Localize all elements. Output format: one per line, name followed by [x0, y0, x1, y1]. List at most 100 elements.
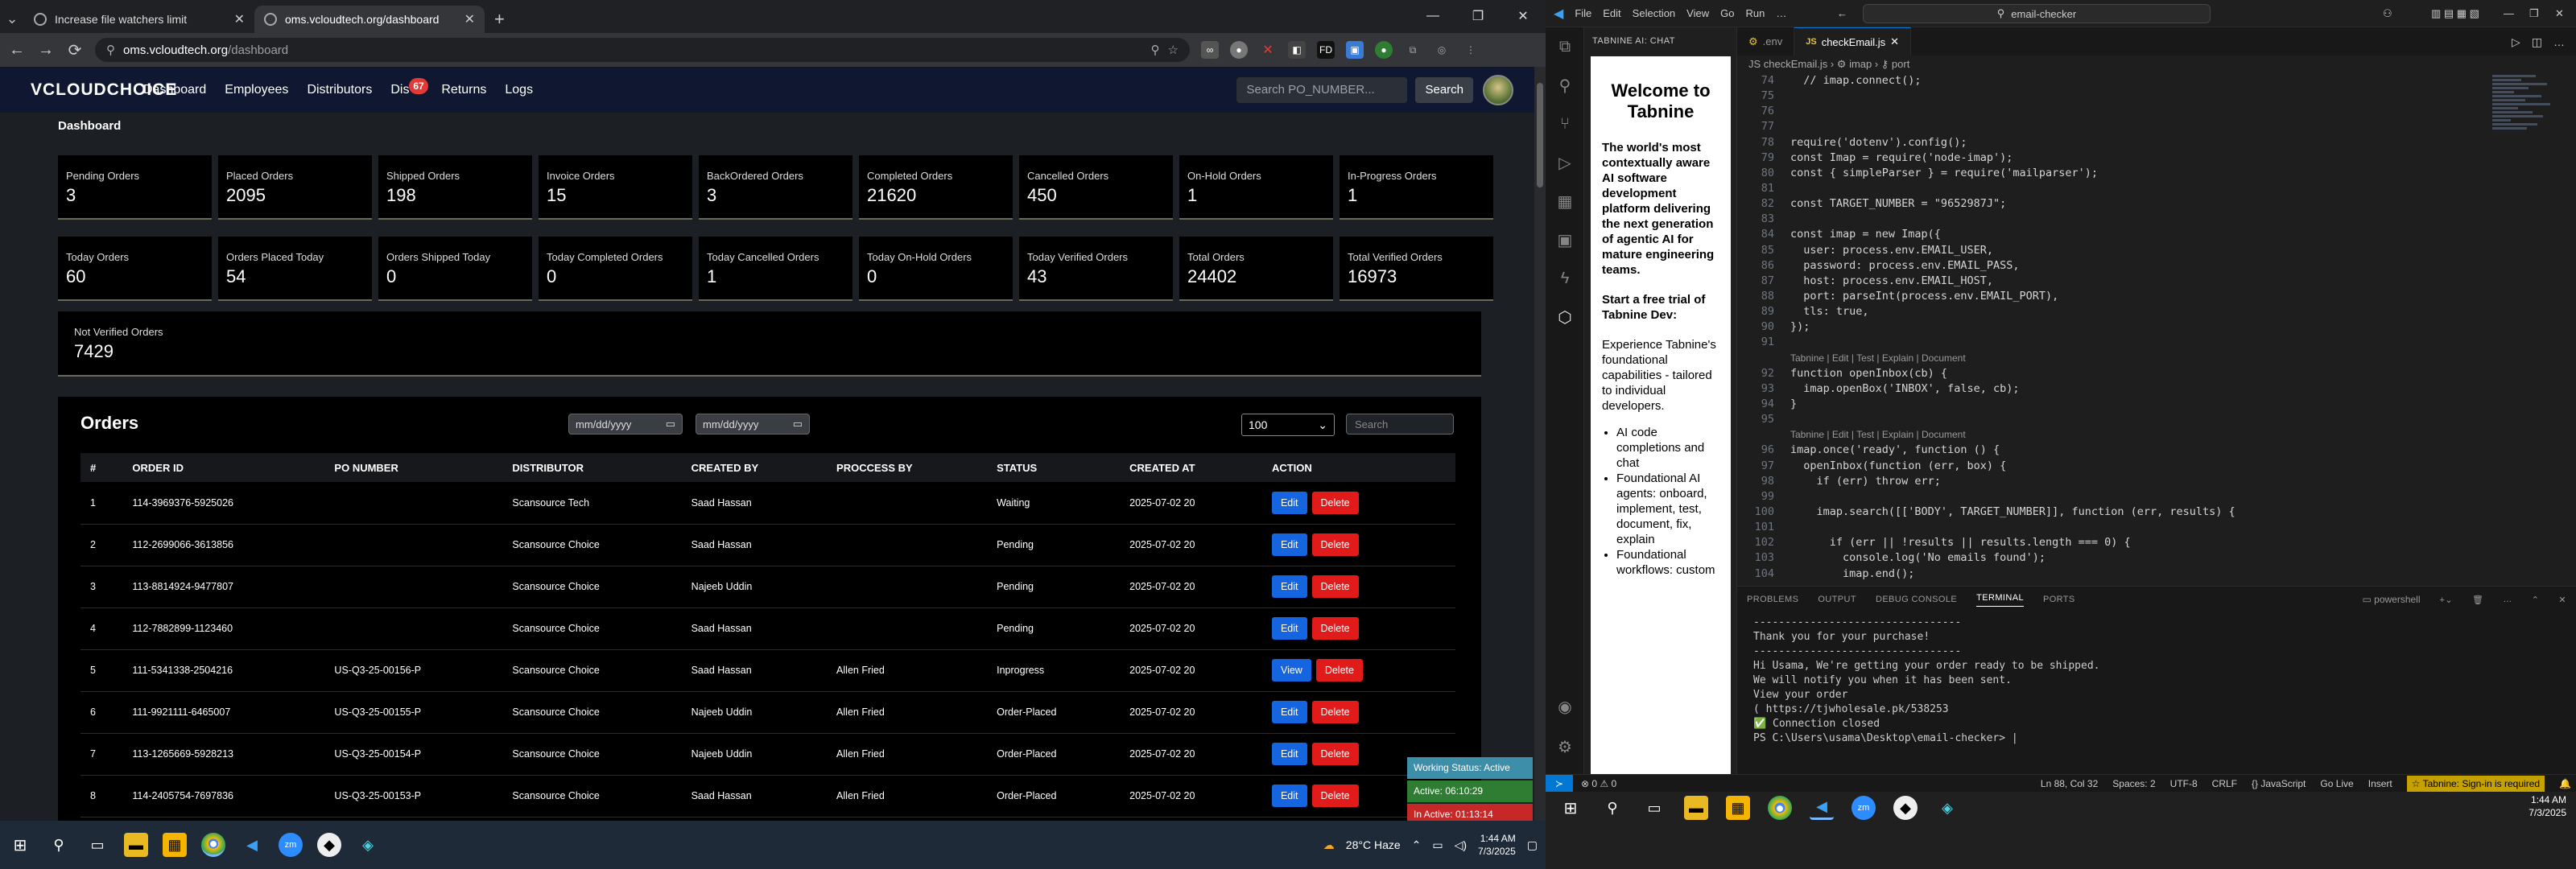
- clock[interactable]: 1:44 AM 7/3/2025: [2529, 793, 2566, 819]
- language-mode[interactable]: {} JavaScript: [2252, 778, 2306, 789]
- maximize-panel-icon[interactable]: ⌃: [2532, 595, 2540, 605]
- close-icon[interactable]: ✕: [2558, 595, 2566, 605]
- stat-card[interactable]: In-Progress Orders 1: [1340, 155, 1493, 220]
- delete-button[interactable]: Delete: [1311, 785, 1359, 807]
- encoding[interactable]: UTF-8: [2170, 778, 2198, 789]
- edit-button[interactable]: Edit: [1271, 701, 1307, 723]
- date-to-input[interactable]: mm/dd/yyyy ▭: [696, 414, 810, 434]
- stat-card-not-verified[interactable]: Not Verified Orders 7429: [58, 311, 1481, 377]
- panel-tab-terminal[interactable]: TERMINAL: [1976, 593, 2024, 607]
- windows-start-icon[interactable]: ⊞: [1558, 796, 1583, 820]
- store-icon[interactable]: ▦: [1726, 796, 1750, 820]
- minimize-icon[interactable]: —: [2504, 7, 2514, 19]
- edit-button[interactable]: Edit: [1271, 575, 1307, 598]
- stat-card[interactable]: Orders Shipped Today 0: [378, 237, 532, 301]
- tray-chevron-icon[interactable]: ⌃: [1412, 838, 1422, 852]
- network-icon[interactable]: ▭: [1432, 838, 1443, 852]
- close-window-icon[interactable]: ✕: [2555, 7, 2564, 20]
- task-view-icon[interactable]: ▭: [85, 833, 109, 857]
- calendar-icon[interactable]: ▭: [666, 418, 675, 430]
- bookmark-star-icon[interactable]: ☆: [1168, 43, 1179, 57]
- close-icon[interactable]: ✕: [464, 11, 475, 27]
- terminal-output[interactable]: --------------------------------- Thank y…: [1737, 612, 2576, 749]
- delete-button[interactable]: Delete: [1311, 617, 1359, 640]
- restore-icon[interactable]: ❐: [1455, 0, 1501, 32]
- new-tab-icon[interactable]: +: [485, 6, 514, 33]
- store-icon[interactable]: ▦: [163, 833, 187, 857]
- extension-icon[interactable]: ▣: [1346, 41, 1364, 59]
- nav-dashboard[interactable]: Dashboard: [143, 83, 206, 97]
- layout-icon[interactable]: ▥ ▤ ▦ ▧: [2431, 7, 2479, 20]
- file-explorer-icon[interactable]: ▬: [1684, 796, 1708, 820]
- search-icon[interactable]: ⚲: [1600, 796, 1624, 820]
- stat-card[interactable]: Completed Orders 21620: [859, 155, 1013, 220]
- nav-employees[interactable]: Employees: [225, 83, 288, 97]
- po-search-input[interactable]: Search PO_NUMBER...: [1236, 76, 1408, 103]
- lightning-icon[interactable]: ϟ: [1546, 259, 1584, 298]
- delete-button[interactable]: Delete: [1311, 701, 1359, 723]
- run-icon[interactable]: ▷: [2512, 35, 2520, 49]
- more-actions-icon[interactable]: …: [2503, 595, 2512, 604]
- menu-selection[interactable]: Selection: [1633, 7, 1675, 19]
- close-icon[interactable]: ✕: [234, 11, 245, 27]
- restore-icon[interactable]: ❐: [2529, 7, 2539, 20]
- panel-tab-debug-console[interactable]: DEBUG CONSOLE: [1876, 595, 1957, 604]
- stat-card[interactable]: Invoice Orders 15: [539, 155, 692, 220]
- minimap[interactable]: [2492, 73, 2565, 234]
- stat-card[interactable]: Orders Placed Today 54: [218, 237, 372, 301]
- close-icon[interactable]: ✕: [1890, 35, 1899, 48]
- clock[interactable]: 1:44 AM 7/3/2025: [1478, 832, 1516, 858]
- stat-card[interactable]: Total Orders 24402: [1179, 237, 1333, 301]
- extension-icon[interactable]: FD: [1317, 41, 1335, 59]
- panel-tab-output[interactable]: OUTPUT: [1818, 595, 1856, 604]
- browser-tab-1[interactable]: Increase file watchers limit ✕: [24, 6, 254, 33]
- delete-button[interactable]: Delete: [1311, 491, 1359, 514]
- date-from-input[interactable]: mm/dd/yyyy ▭: [568, 414, 683, 434]
- notification-icon[interactable]: ▢: [1527, 838, 1538, 852]
- vscode-icon[interactable]: ◀: [1810, 796, 1834, 820]
- profile-icon[interactable]: ◎: [1433, 41, 1451, 59]
- tab-env[interactable]: ⚙ .env: [1737, 27, 1795, 56]
- search-button[interactable]: Search: [1415, 76, 1473, 103]
- panel-tab-problems[interactable]: PROBLEMS: [1747, 595, 1798, 604]
- tabnine-status[interactable]: ☆ Tabnine: Sign-in is required: [2406, 775, 2545, 792]
- stat-card[interactable]: Placed Orders 2095: [218, 155, 372, 220]
- panel-tab-ports[interactable]: PORTS: [2043, 595, 2075, 604]
- nav-logs[interactable]: Logs: [505, 83, 533, 97]
- menu-kebab-icon[interactable]: ⋮: [1462, 41, 1480, 59]
- extensions-icon[interactable]: ▦: [1546, 182, 1584, 220]
- task-view-icon[interactable]: ▭: [1642, 796, 1666, 820]
- chrome-icon[interactable]: ●: [1768, 796, 1792, 820]
- stat-card[interactable]: Shipped Orders 198: [378, 155, 532, 220]
- stat-card[interactable]: Today Cancelled Orders 1: [699, 237, 852, 301]
- volume-icon[interactable]: ◁): [1455, 838, 1467, 852]
- more-actions-icon[interactable]: …: [2553, 35, 2565, 49]
- app-icon[interactable]: ◆: [1893, 796, 1918, 820]
- edit-button[interactable]: Edit: [1271, 785, 1307, 807]
- extension-icon[interactable]: ∞: [1201, 41, 1219, 59]
- calendar-icon[interactable]: ▭: [793, 418, 803, 430]
- zoom-app-icon[interactable]: zm: [279, 833, 303, 857]
- tab-checkemail[interactable]: JS checkEmail.js ✕: [1794, 27, 1912, 56]
- shell-selector[interactable]: ▭ powershell: [2362, 594, 2420, 605]
- scrollbar-thumb[interactable]: [1537, 83, 1543, 187]
- stat-card[interactable]: Today Verified Orders 43: [1019, 237, 1173, 301]
- source-control-icon[interactable]: ⑂: [1546, 105, 1584, 143]
- remote-indicator-icon[interactable]: ≻: [1546, 774, 1573, 793]
- extension-icon[interactable]: ◧: [1288, 41, 1306, 59]
- avatar[interactable]: [1483, 74, 1513, 105]
- table-search-input[interactable]: Search: [1346, 414, 1454, 434]
- extensions-puzzle-icon[interactable]: ⧉: [1404, 41, 1422, 59]
- menu-more-icon[interactable]: …: [1776, 7, 1786, 19]
- cursor-position[interactable]: Ln 88, Col 32: [2041, 778, 2098, 789]
- stat-card[interactable]: Pending Orders 3: [58, 155, 212, 220]
- windows-start-icon[interactable]: ⊞: [8, 833, 32, 857]
- line-endings[interactable]: CRLF: [2212, 778, 2237, 789]
- explorer-icon[interactable]: ⧉: [1546, 27, 1584, 66]
- extension-icon[interactable]: ●: [1230, 41, 1248, 59]
- code-lens[interactable]: Tabnine | Edit | Test | Explain | Docume…: [1737, 427, 2462, 443]
- code-lens[interactable]: Tabnine | Edit | Test | Explain | Docume…: [1737, 351, 2462, 366]
- extension-icon[interactable]: ✕: [1259, 41, 1277, 59]
- code-editor[interactable]: 74 // imap.connect(); 75 76 77 78 require('do…: [1737, 73, 2462, 586]
- delete-button[interactable]: Delete: [1311, 575, 1359, 598]
